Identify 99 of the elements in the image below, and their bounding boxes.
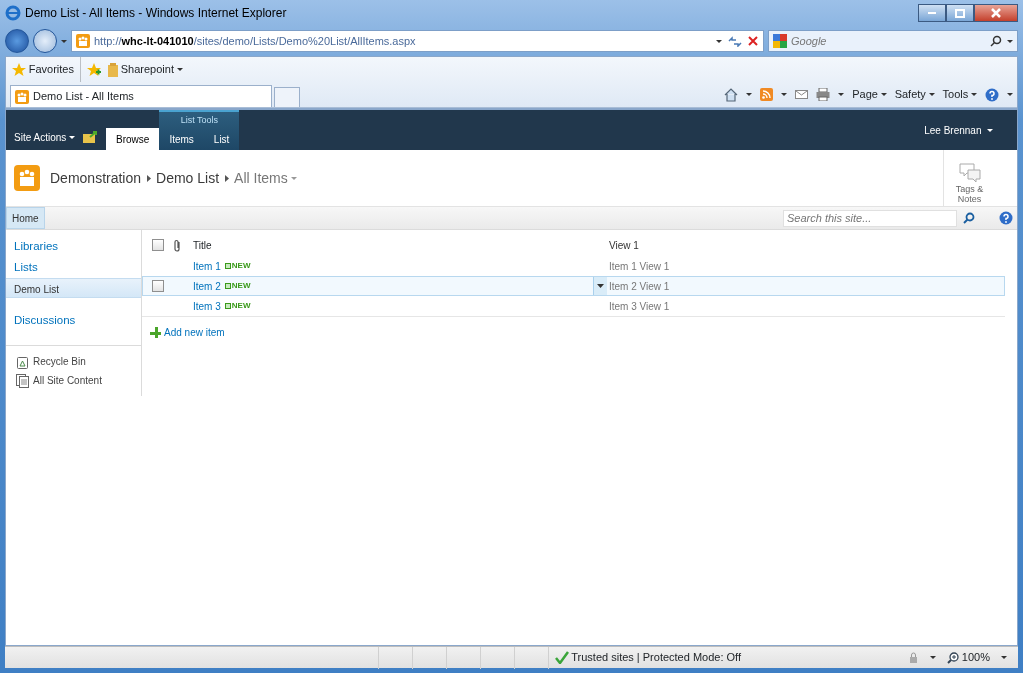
context-group-label: List Tools — [180, 114, 219, 127]
caret-icon[interactable] — [1001, 656, 1007, 659]
command-menu[interactable]: Page — [852, 86, 887, 103]
sharepoint-page-icon — [15, 89, 29, 104]
minimize-button[interactable] — [918, 4, 946, 22]
quick-launch-link[interactable]: Discussions — [6, 310, 141, 331]
breadcrumb-link[interactable]: Demonstration — [50, 167, 142, 189]
window-title: Demo List - All Items - Windows Internet Explorer — [25, 5, 287, 22]
tags-notes-button[interactable]: Tags & Notes — [943, 149, 995, 207]
caret-icon — [176, 68, 183, 71]
caret-icon[interactable] — [746, 93, 753, 96]
caret-icon — [880, 93, 887, 96]
new-label: NEW — [231, 280, 251, 292]
item-title-link[interactable]: Item 3 — [193, 298, 221, 314]
caret-icon — [290, 177, 297, 181]
search-placeholder: Google — [791, 33, 827, 49]
paperclip-icon — [173, 239, 181, 253]
security-zone-status[interactable]: Trusted sites | Protected Mode: Off — [549, 649, 747, 666]
help-icon[interactable] — [999, 211, 1013, 225]
folder-icon — [108, 62, 118, 77]
item-title-link[interactable]: Item 1 — [193, 258, 221, 274]
command-menu[interactable]: Tools — [942, 86, 977, 103]
search-field[interactable]: Google — [768, 30, 1018, 52]
maximize-icon — [955, 8, 965, 18]
dropdown-caret-icon[interactable] — [597, 284, 604, 288]
new-label: NEW — [231, 260, 251, 272]
new-icon — [224, 263, 231, 269]
recycle-bin-icon — [16, 354, 29, 369]
caret-icon[interactable] — [930, 656, 937, 659]
documents-icon — [16, 373, 29, 388]
quick-launch-link[interactable]: Demo List — [6, 278, 141, 298]
table-cell: Item 3 View 1 — [609, 300, 670, 312]
search-icon[interactable] — [963, 212, 975, 224]
caret-icon[interactable] — [1007, 39, 1013, 43]
home-icon[interactable] — [724, 87, 739, 102]
back-button[interactable] — [5, 29, 29, 53]
site-logo-icon — [14, 165, 40, 191]
row-checkbox[interactable] — [152, 280, 164, 292]
table-cell: Item 1 View 1 — [609, 260, 670, 272]
caret-icon[interactable] — [1007, 93, 1013, 96]
add-favorite-icon[interactable] — [87, 63, 102, 76]
ribbon-tab[interactable]: List — [203, 128, 240, 150]
chevron-icon — [146, 174, 151, 182]
table-cell: Item 2 View 1 — [609, 280, 670, 292]
quick-launch-link[interactable]: Recycle Bin — [16, 352, 141, 371]
quick-launch-link[interactable]: All Site Content — [16, 371, 141, 390]
close-button[interactable] — [974, 4, 1018, 22]
caret-icon — [971, 93, 977, 96]
address-field[interactable]: http://whc-lt-041010/sites/demo/Lists/Demo%20List/AllItems.aspx — [71, 30, 764, 52]
favorites-button[interactable]: Favorites — [12, 61, 74, 78]
close-icon — [991, 8, 1001, 18]
ie-logo-icon — [5, 5, 21, 21]
quick-launch-link[interactable]: Lists — [6, 257, 141, 278]
new-icon — [224, 303, 231, 309]
new-icon — [224, 283, 231, 289]
favorites-link[interactable]: Sharepoint — [108, 61, 183, 78]
quick-launch-link[interactable]: Libraries — [6, 236, 141, 257]
view-selector[interactable]: All Items — [234, 167, 297, 189]
google-logo-icon — [773, 34, 787, 48]
url-text: http://whc-lt-041010/sites/demo/Lists/Demo%20List/AllItems.aspx — [94, 33, 416, 49]
site-search-field[interactable]: Search this site... — [783, 209, 957, 227]
select-all-checkbox[interactable] — [152, 239, 164, 251]
caret-icon — [987, 128, 993, 132]
speech-bubbles-icon — [957, 161, 982, 184]
user-menu[interactable]: Lee Brennan — [924, 122, 1017, 138]
sharepoint-page-icon — [76, 34, 90, 48]
stop-icon[interactable] — [747, 35, 759, 47]
column-header[interactable]: View 1 — [609, 239, 639, 251]
mail-icon[interactable] — [795, 88, 809, 101]
caret-icon — [928, 93, 935, 96]
add-new-item-link[interactable]: Add new item — [142, 317, 1005, 348]
star-icon — [12, 63, 26, 76]
plus-icon — [150, 327, 161, 338]
maximize-button[interactable] — [946, 4, 974, 22]
top-nav-link[interactable]: Home — [6, 207, 45, 229]
ribbon-tab[interactable]: Items — [159, 128, 204, 150]
refresh-icon[interactable] — [727, 35, 742, 47]
zoom-level[interactable]: 100% — [947, 649, 990, 666]
chevron-icon — [224, 174, 229, 182]
zoom-icon — [947, 651, 960, 664]
forward-button[interactable] — [33, 29, 57, 53]
printer-icon[interactable] — [816, 88, 831, 101]
command-menu[interactable]: Safety — [894, 86, 935, 103]
caret-icon[interactable] — [781, 93, 788, 96]
caret-icon[interactable] — [61, 39, 67, 43]
caret-icon — [69, 136, 75, 139]
column-header[interactable]: Title — [193, 237, 212, 253]
caret-icon[interactable] — [716, 39, 722, 43]
new-label: NEW — [231, 300, 251, 312]
breadcrumb-link[interactable]: Demo List — [156, 167, 220, 189]
site-actions-menu[interactable]: Site Actions — [10, 130, 79, 150]
caret-icon[interactable] — [838, 93, 845, 96]
minimize-icon — [928, 12, 936, 14]
help-icon[interactable] — [985, 87, 999, 102]
ribbon-tab[interactable]: Browse — [106, 128, 160, 150]
search-icon[interactable] — [989, 35, 1002, 47]
item-title-link[interactable]: Item 2 — [193, 278, 221, 294]
browser-tab[interactable]: Demo List - All Items — [10, 85, 272, 107]
checkmark-icon — [554, 651, 569, 664]
